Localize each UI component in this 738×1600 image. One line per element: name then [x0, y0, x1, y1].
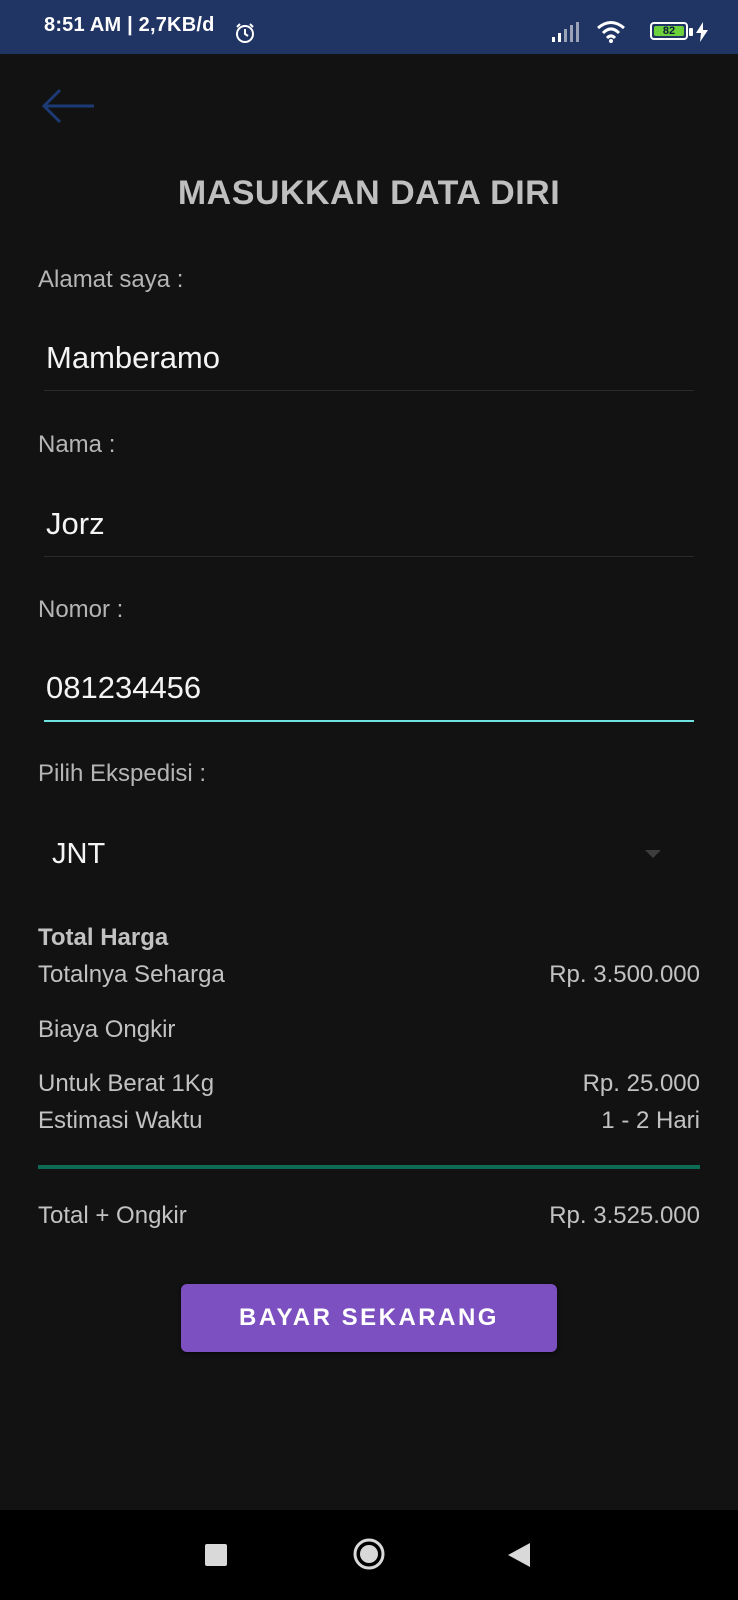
recents-square-icon[interactable] — [205, 1544, 227, 1566]
alarm-icon — [236, 23, 254, 43]
home-circle-icon[interactable] — [352, 1537, 386, 1571]
system-nav-bar — [0, 1510, 738, 1600]
chevron-down-icon[interactable] — [645, 850, 661, 858]
name-input[interactable] — [44, 506, 694, 557]
shipping-heading: Biaya Ongkir — [38, 1016, 176, 1043]
weight-label: Untuk Berat 1Kg — [38, 1070, 215, 1097]
status-bar: 8:51 AM | 2,7KB/d 82 — [0, 0, 738, 54]
address-label: Alamat saya : — [38, 266, 184, 293]
grand-total-label: Total + Ongkir — [38, 1202, 187, 1229]
checkout-screen: MASUKKAN DATA DIRI Alamat saya : Nama : … — [0, 54, 738, 1510]
battery-tip — [689, 28, 693, 36]
subtotal-value: Rp. 3.500.000 — [549, 961, 700, 988]
eta-value: 1 - 2 Hari — [601, 1107, 700, 1134]
eta-label: Estimasi Waktu — [38, 1107, 203, 1134]
status-time: 8:51 AM | 2,7KB/d — [44, 14, 215, 36]
expedition-select[interactable]: JNT — [52, 838, 105, 871]
address-input[interactable] — [44, 340, 694, 391]
phone-label: Nomor : — [38, 596, 124, 623]
battery-icon: 82 — [650, 22, 688, 40]
page-title: MASUKKAN DATA DIRI — [177, 174, 561, 212]
signal-icon — [552, 22, 579, 42]
name-label: Nama : — [38, 431, 116, 458]
total-heading: Total Harga — [38, 924, 169, 951]
expedition-label: Pilih Ekspedisi : — [38, 760, 207, 787]
charging-bolt-icon — [696, 22, 708, 42]
battery-level: 82 — [654, 26, 684, 37]
weight-value: Rp. 25.000 — [582, 1070, 700, 1097]
pay-now-button[interactable]: BAYAR SEKARANG — [181, 1284, 557, 1352]
arrow-left-icon[interactable] — [38, 86, 98, 126]
subtotal-label: Totalnya Seharga — [38, 961, 225, 988]
wifi-icon — [597, 21, 625, 43]
phone-input[interactable] — [44, 670, 694, 722]
grand-total-value: Rp. 3.525.000 — [549, 1202, 700, 1229]
back-triangle-icon[interactable] — [508, 1543, 530, 1567]
divider — [38, 1165, 700, 1169]
